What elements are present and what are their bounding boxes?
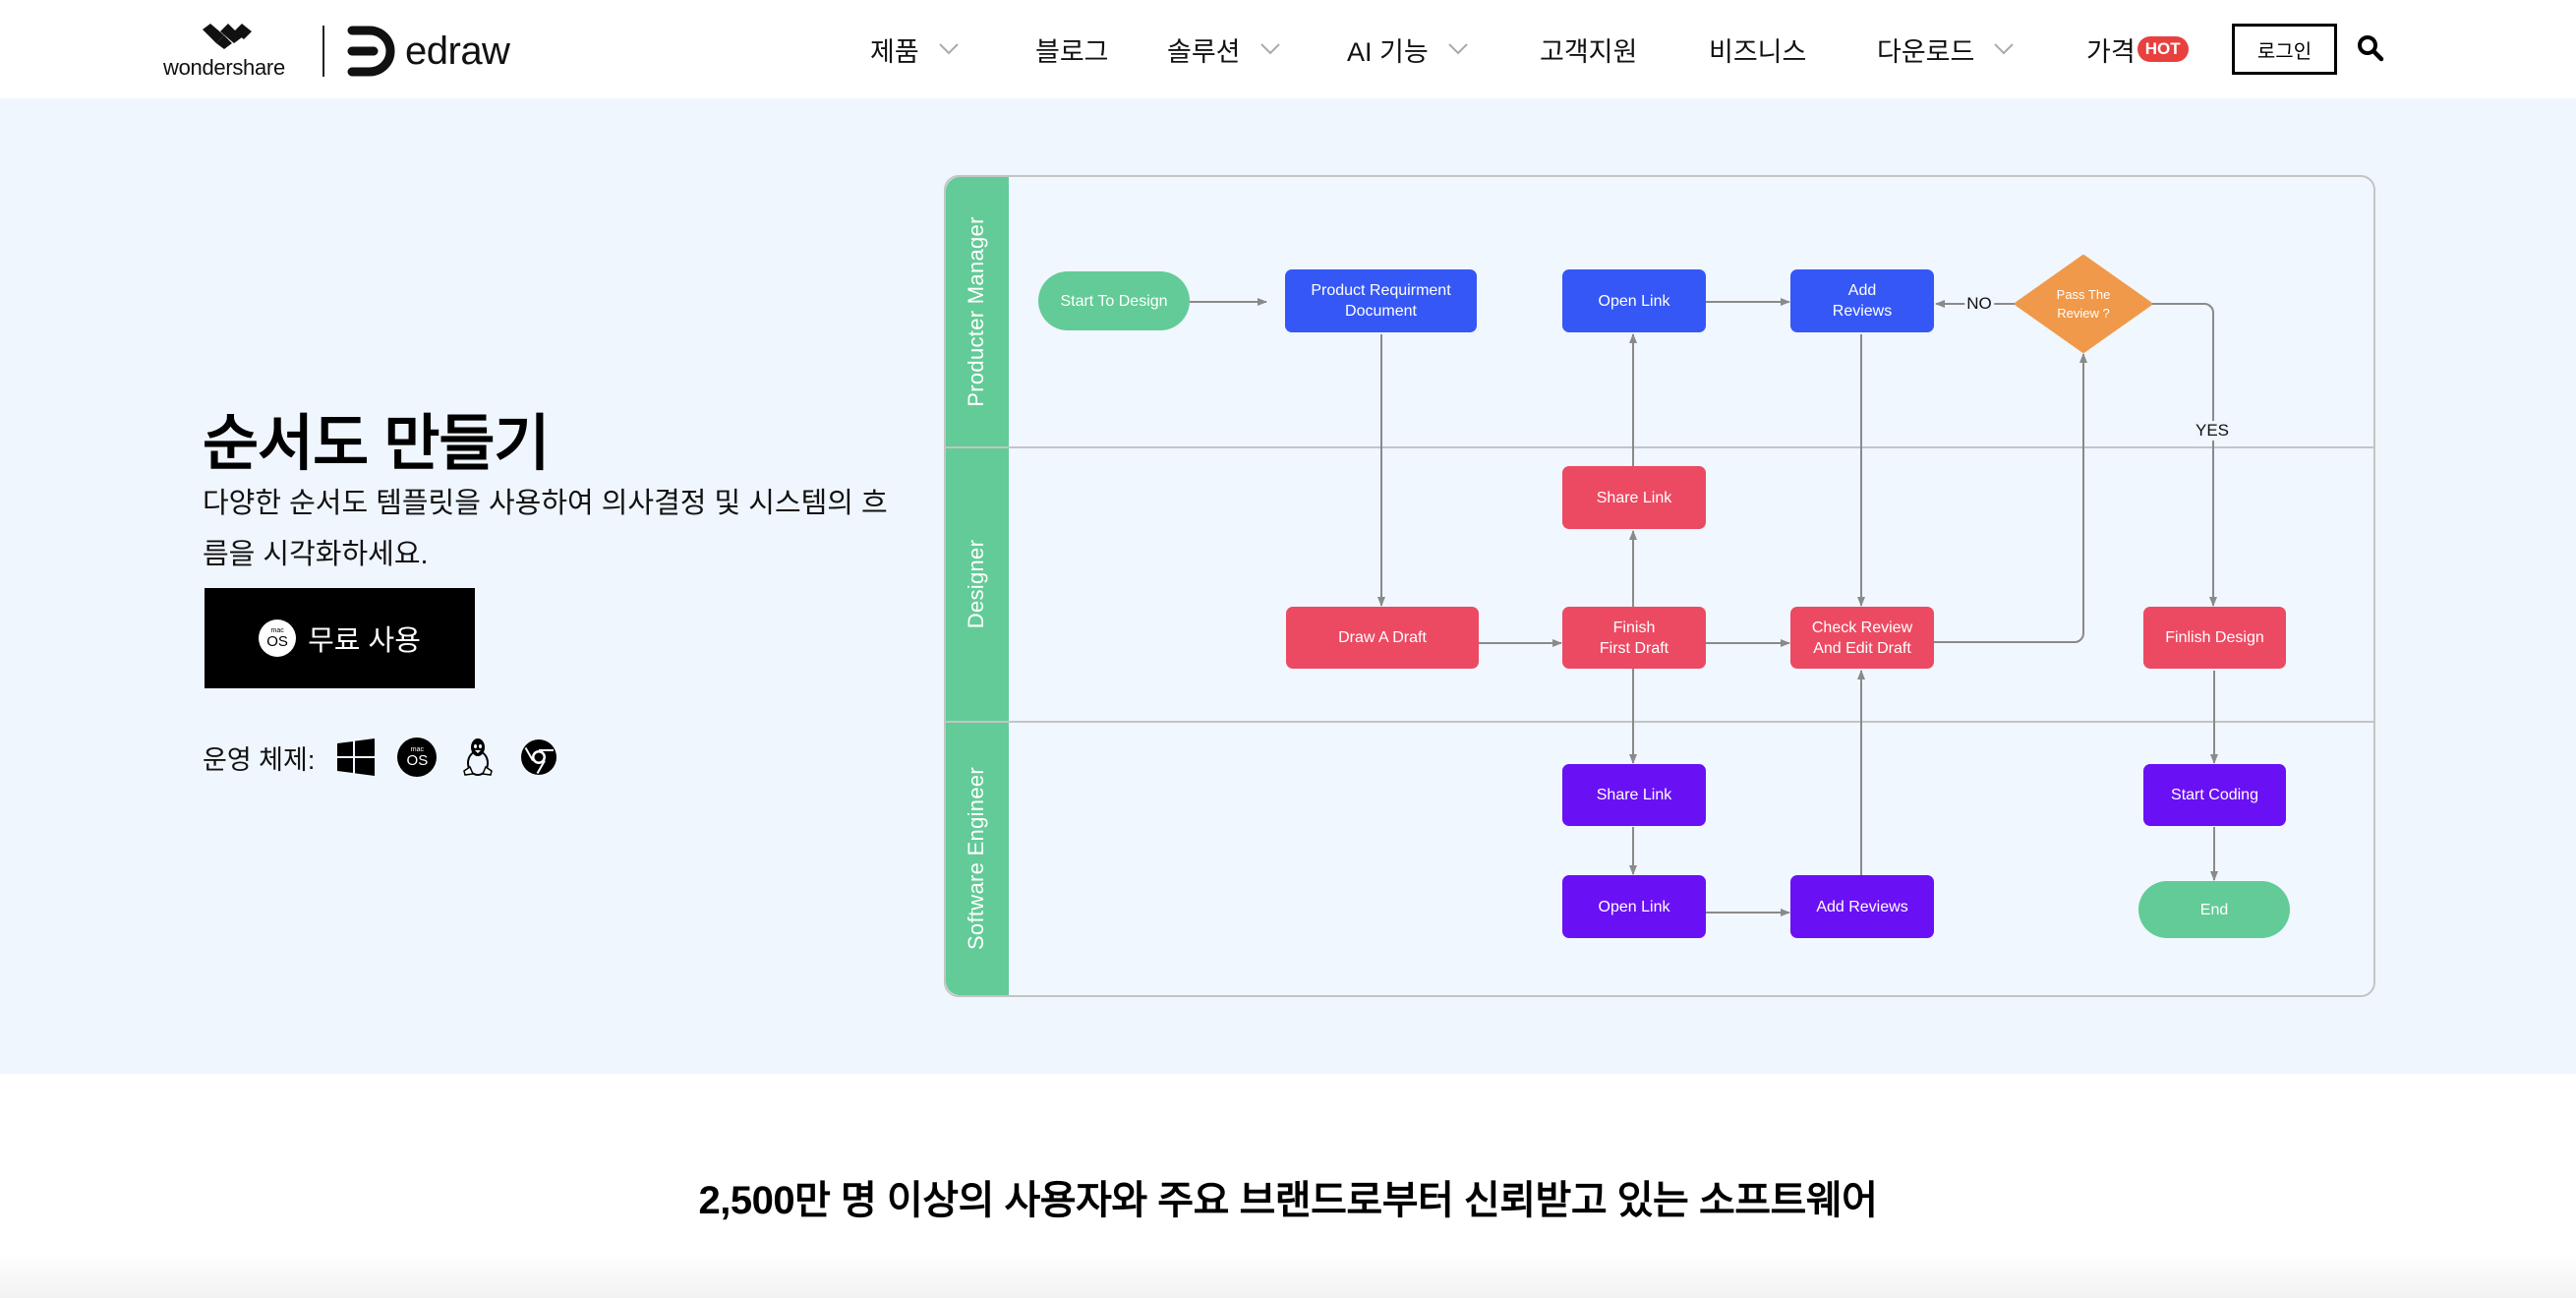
node-check-review[interactable]: Check Review And Edit Draft: [1790, 607, 1934, 669]
trust-section: 2,500만 명 이상의 사용자와 주요 브랜드로부터 신뢰받고 있는 소프트웨…: [0, 1074, 2576, 1298]
lane-label-designer: Designer: [964, 539, 988, 629]
node-finish-first-draft[interactable]: Finish First Draft: [1562, 607, 1706, 669]
node-pm-add-reviews[interactable]: Add Reviews: [1790, 269, 1934, 332]
node-end[interactable]: End: [2138, 881, 2290, 938]
flowchart-diagram: Producter Manager Designer Software Engi…: [0, 0, 2576, 1074]
node-se-add-reviews[interactable]: Add Reviews: [1790, 875, 1934, 938]
node-start-to-design[interactable]: Start To Design: [1038, 271, 1190, 330]
trust-heading: 2,500만 명 이상의 사용자와 주요 브랜드로부터 신뢰받고 있는 소프트웨…: [698, 1179, 1878, 1222]
node-decision-label: Pass The Review ?: [2056, 287, 2111, 321]
node-finish-design[interactable]: Finlish Design: [2143, 607, 2286, 669]
node-pm-open-link[interactable]: Open Link: [1562, 269, 1706, 332]
edge-label-yes: YES: [2193, 421, 2232, 441]
node-designer-share-link[interactable]: Share Link: [1562, 466, 1706, 529]
lane-label-product-manager: Producter Manager: [964, 216, 988, 407]
edge-label-no: NO: [1964, 294, 1994, 314]
node-se-open-link[interactable]: Open Link: [1562, 875, 1706, 938]
node-product-requirement[interactable]: Product Requirment Document: [1285, 269, 1477, 332]
lane-label-software-engineer: Software Engineer: [964, 766, 988, 951]
node-start-coding[interactable]: Start Coding: [2143, 764, 2286, 826]
node-draw-a-draft[interactable]: Draw A Draft: [1286, 607, 1479, 669]
node-se-share-link[interactable]: Share Link: [1562, 764, 1706, 826]
